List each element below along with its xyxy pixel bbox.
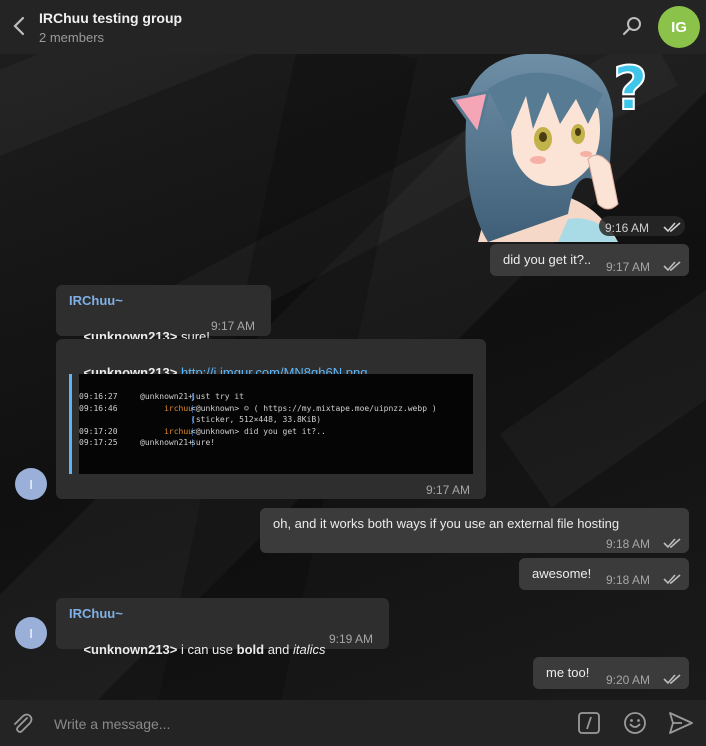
double-check-icon [663,261,681,272]
sender-avatar[interactable]: I [15,468,47,500]
outgoing-message[interactable]: awesome! 9:18 AM [519,558,689,590]
sticker-time-badge: 9:16 AM [599,216,685,236]
chat-header: IRChuu testing group 2 members IG [0,0,706,54]
anime-girl-sticker[interactable]: ? [448,54,662,242]
smiley-icon[interactable] [623,711,647,735]
slash-command-icon[interactable] [577,711,601,735]
double-check-icon [663,574,681,585]
outgoing-message[interactable]: did you get it?.. 9:17 AM [490,244,689,276]
sender-avatar[interactable]: I [15,617,47,649]
double-check-icon [663,222,681,233]
search-icon[interactable] [620,15,644,39]
message-input[interactable] [52,713,556,735]
chevron-left-icon[interactable] [8,13,32,39]
preview-accent-bar [69,374,72,474]
double-check-icon [663,674,681,685]
incoming-message[interactable]: IRChuu~ <unknown213> i can use bold and … [56,598,389,657]
outgoing-message[interactable]: oh, and it works both ways if you use an… [260,508,689,553]
group-avatar[interactable]: IG [658,6,700,48]
sender-name[interactable]: IRChuu~ [69,292,123,310]
member-count: 2 members [39,30,105,45]
sender-name[interactable]: IRChuu~ [69,605,123,623]
outgoing-message[interactable]: me too! 9:20 AM [533,657,689,689]
incoming-message[interactable]: IRChuu~ <unknown213> sure! 9:17 AM [56,285,271,344]
svg-text:?: ? [613,54,648,124]
link-image-preview[interactable]: 09:16:27 @unknown21+ | just try it 09:16:46… [79,374,473,474]
send-arrow-icon[interactable] [668,711,694,735]
paperclip-icon[interactable] [10,711,34,735]
chat-title[interactable]: IRChuu testing group [39,10,182,26]
message-composer [0,700,706,746]
double-check-icon [663,538,681,549]
